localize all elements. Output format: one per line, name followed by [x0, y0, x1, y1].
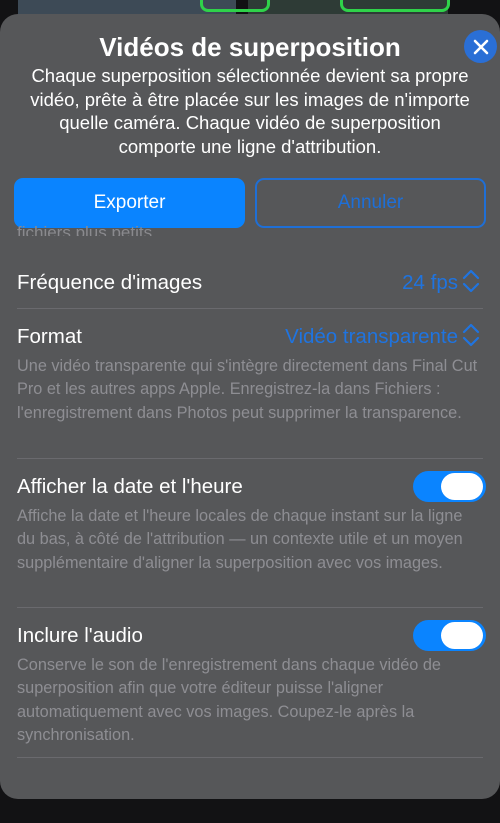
- frame-rate-value[interactable]: 24 fps: [402, 271, 458, 295]
- background-overlay-outline: [340, 0, 450, 12]
- include-audio-description: Conserve le son de l'enregistrement dans…: [17, 656, 441, 744]
- include-audio-label: Inclure l'audio: [17, 624, 143, 647]
- show-datetime-label: Afficher la date et l'heure: [17, 475, 243, 498]
- toggle-knob: [441, 622, 483, 649]
- format-label: Format: [17, 325, 82, 348]
- show-datetime-description: Affiche la date et l'heure locales de ch…: [17, 507, 463, 572]
- export-button[interactable]: Exporter: [14, 178, 245, 228]
- frame-rate-label: Fréquence d'images: [17, 271, 203, 294]
- format-description: Une vidéo transparente qui s'intègre dir…: [17, 357, 478, 422]
- clipped-description: fichiers plus petits.: [17, 223, 157, 236]
- chevron-up-down-icon[interactable]: [461, 322, 481, 348]
- toggle-knob: [441, 473, 483, 500]
- format-value[interactable]: Vidéo transparente: [285, 325, 458, 349]
- sheet-title: Vidéos de superposition: [99, 32, 401, 62]
- chevron-up-down-icon[interactable]: [461, 268, 481, 294]
- overlay-videos-sheet: Vidéos de superposition Chaque superposi…: [0, 14, 500, 799]
- row-separator: [17, 458, 483, 459]
- row-separator: [17, 308, 483, 309]
- background-overlay-outline: [200, 0, 270, 12]
- row-separator: [17, 757, 483, 758]
- sheet-subtitle: Chaque superposition sélectionnée devien…: [30, 65, 470, 157]
- include-audio-toggle[interactable]: [413, 620, 486, 651]
- cancel-button[interactable]: Annuler: [255, 178, 486, 228]
- show-datetime-toggle[interactable]: [413, 471, 486, 502]
- row-separator: [17, 607, 483, 608]
